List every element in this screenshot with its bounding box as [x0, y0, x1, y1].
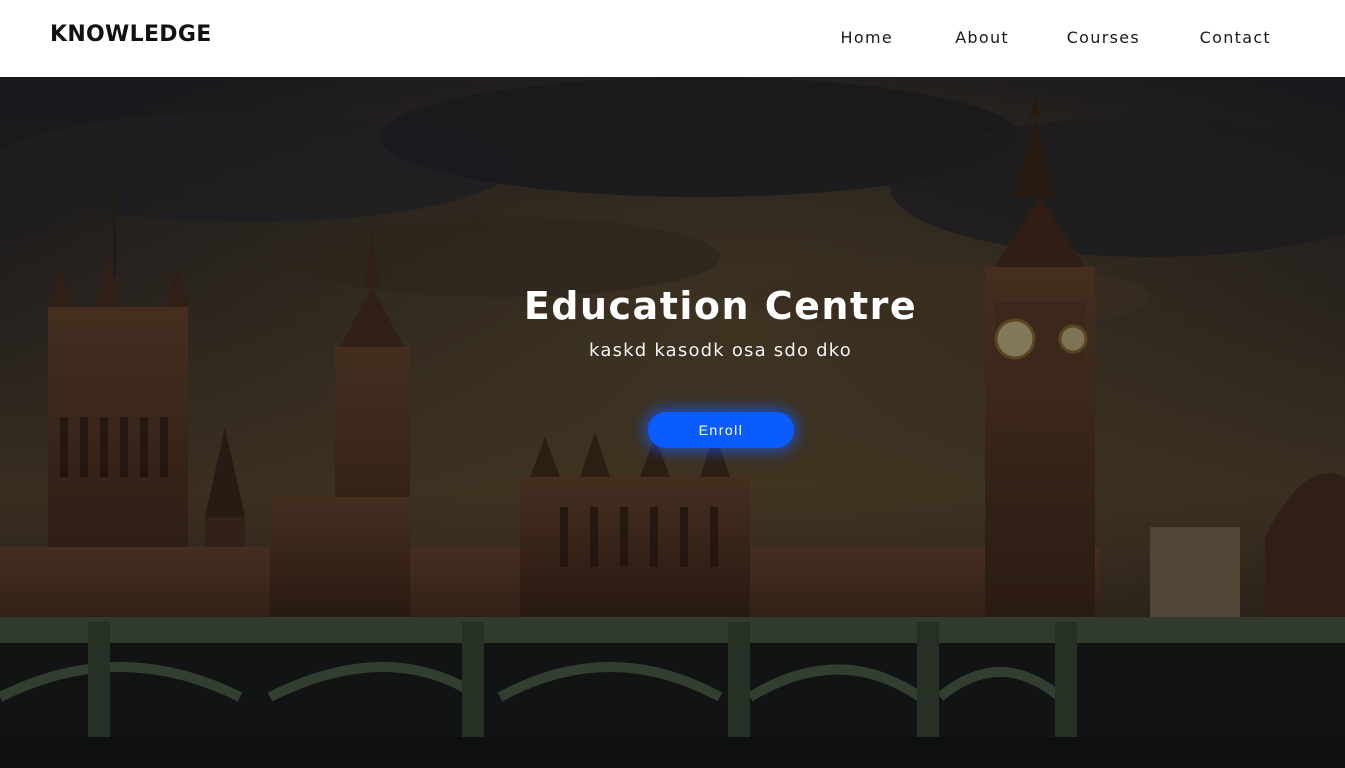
top-navbar: KNOWLEDGE Home About Courses Contact: [0, 0, 1345, 77]
site-logo[interactable]: KNOWLEDGE: [50, 22, 212, 47]
nav-link-courses[interactable]: Courses: [1067, 28, 1140, 47]
hero-title: Education Centre: [523, 284, 918, 328]
nav-link-home[interactable]: Home: [841, 28, 893, 47]
enroll-button[interactable]: Enroll: [648, 412, 794, 448]
nav-link-contact[interactable]: Contact: [1200, 28, 1271, 47]
nav-link-about[interactable]: About: [955, 28, 1009, 47]
hero-section: Education Centre kaskd kasodk osa sdo dk…: [0, 77, 1345, 768]
hero-subtitle: kaskd kasodk osa sdo dko: [589, 340, 852, 361]
